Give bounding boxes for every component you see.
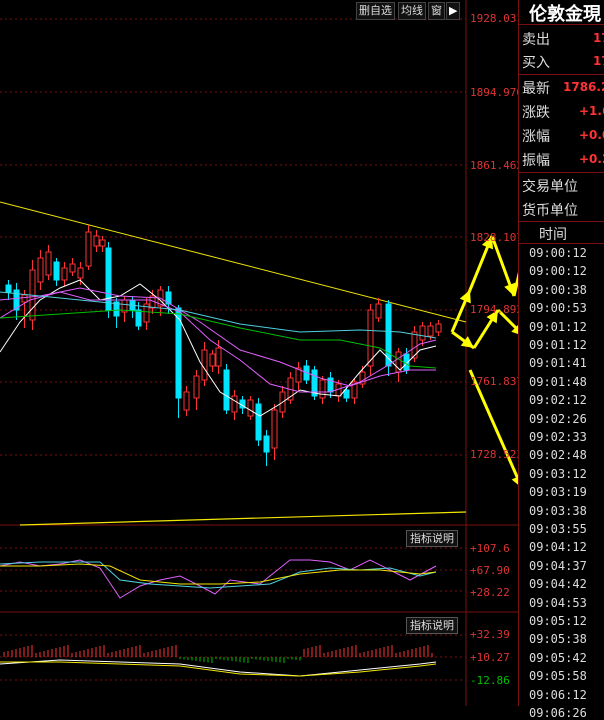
sell-value: 17 — [593, 31, 604, 45]
candle-body — [263, 435, 270, 453]
candle-body — [255, 403, 262, 441]
candle-body — [85, 231, 92, 267]
candle-body — [319, 379, 326, 399]
candle-body — [69, 263, 76, 273]
change-value: +1.6 — [579, 104, 604, 118]
candle-body — [343, 389, 350, 399]
trade-time-row: 09:01:12 — [529, 319, 587, 334]
trade-time-row: 09:00:53 — [529, 301, 587, 316]
indicator1-label-2: +67.90 — [470, 564, 510, 577]
candle-body — [193, 375, 200, 399]
window-button[interactable]: 窗 — [428, 2, 445, 20]
trade-time-row: 09:05:38 — [529, 632, 587, 647]
indicator2-label-2: +10.27 — [470, 651, 510, 664]
candle-body — [367, 309, 374, 367]
candle-body — [61, 267, 68, 281]
trendline-upper — [0, 201, 467, 323]
candle-body — [201, 349, 208, 381]
trade-time-row: 09:02:26 — [529, 411, 587, 426]
trade-time-row: 09:01:41 — [529, 356, 587, 371]
amp-value: +0.2 — [579, 152, 604, 166]
candle-body — [427, 325, 434, 337]
trade-time-row: 09:03:12 — [529, 466, 587, 481]
pct-value: +0.0 — [579, 128, 604, 142]
arrow-right-icon[interactable]: ▶ — [446, 2, 461, 20]
trade-time-row: 09:00:38 — [529, 282, 587, 297]
price-label-1: 1928.031 — [470, 12, 523, 25]
trade-time-row: 09:05:58 — [529, 669, 587, 684]
amp-label: 振幅 — [522, 153, 550, 169]
indicator1-label-3: +28.22 — [470, 586, 510, 599]
candle-body — [247, 399, 254, 417]
candle-body — [99, 239, 106, 247]
trade-time-row: 09:02:33 — [529, 430, 587, 444]
price-label-6: 1761.837 — [470, 375, 523, 388]
indicator2-label-1: +32.39 — [470, 628, 510, 641]
trendline-lower — [19, 511, 467, 526]
candle-body — [223, 369, 230, 411]
trade-time-row: 09:01:48 — [529, 374, 587, 389]
buy-value: 17 — [593, 54, 604, 68]
candle-body — [435, 323, 442, 333]
candle-body — [419, 325, 426, 341]
sell-label: 卖出 — [522, 32, 550, 48]
price-label-4: 1828.107 — [470, 231, 523, 244]
price-label-7: 1728.523 — [470, 448, 523, 461]
trade-time-row: 09:03:55 — [529, 522, 587, 536]
quote-panel: 伦敦金現 卖出 17 买入 17 最新 1786.2 涨跌 +1.6 涨幅 +0… — [518, 0, 604, 720]
trade-time-row: 09:06:12 — [529, 687, 587, 702]
buy-label: 买入 — [522, 55, 550, 71]
trade-time-row: 09:05:12 — [529, 614, 587, 628]
candle-body — [271, 409, 278, 449]
last-label: 最新 — [522, 81, 550, 97]
candle-body — [37, 257, 44, 283]
trade-time-row: 09:03:19 — [529, 485, 587, 500]
price-label-2: 1894.976 — [470, 86, 523, 99]
indicator1-help-button[interactable]: 指标说明 — [406, 530, 458, 547]
trade-time-row: 09:04:37 — [529, 558, 587, 573]
pct-label: 涨幅 — [522, 129, 550, 145]
candle-body — [5, 284, 12, 293]
indicator2-label-3: -12.86 — [470, 674, 510, 687]
trade-time-row: 09:01:12 — [529, 338, 587, 352]
annotation-arrow-head — [460, 336, 474, 348]
trade-time-row: 09:00:12 — [529, 246, 587, 260]
currency-unit-label: 货币单位 — [522, 203, 578, 219]
candle-body — [45, 251, 52, 276]
candle-body — [135, 309, 142, 327]
trade-time-row: 09:02:12 — [529, 393, 587, 408]
indicator1-label-1: +107.6 — [470, 542, 510, 555]
add-watchlist-button[interactable]: 删自选 — [356, 2, 395, 20]
candle-body — [93, 235, 100, 247]
trade-time-row: 09:04:12 — [529, 540, 587, 555]
candle-body — [77, 267, 84, 279]
candle-body — [105, 247, 112, 311]
indicator1-line-purple — [0, 559, 437, 599]
indicator2-help-button[interactable]: 指标说明 — [406, 617, 458, 634]
candle-body — [209, 353, 216, 367]
last-value: 1786.2 — [563, 80, 604, 94]
candle-body — [375, 303, 382, 319]
trade-time-row: 09:03:38 — [529, 503, 587, 518]
ma-line-button[interactable]: 均线 — [398, 2, 426, 20]
indicator1-line-yellow — [0, 563, 437, 585]
trade-time-row: 09:04:53 — [529, 595, 587, 610]
change-label: 涨跌 — [522, 105, 550, 121]
instrument-title: 伦敦金現 — [529, 4, 601, 25]
candle-body — [21, 294, 28, 303]
candle-body — [53, 261, 60, 281]
trade-time-row: 09:06:26 — [529, 706, 587, 720]
time-header: 时间 — [539, 227, 567, 243]
candle-body — [183, 391, 190, 411]
candle-body — [215, 347, 222, 367]
price-label-3: 1861.462 — [470, 159, 523, 172]
candle-body — [231, 395, 238, 413]
kline-chart-area[interactable] — [0, 0, 604, 706]
trade-unit-label: 交易单位 — [522, 179, 578, 195]
price-label-5: 1794.892 — [470, 303, 523, 316]
trade-time-row: 09:04:42 — [529, 577, 587, 592]
trade-time-row: 09:02:48 — [529, 448, 587, 463]
trade-time-row: 09:05:42 — [529, 650, 587, 665]
trade-time-row: 09:00:12 — [529, 264, 587, 279]
